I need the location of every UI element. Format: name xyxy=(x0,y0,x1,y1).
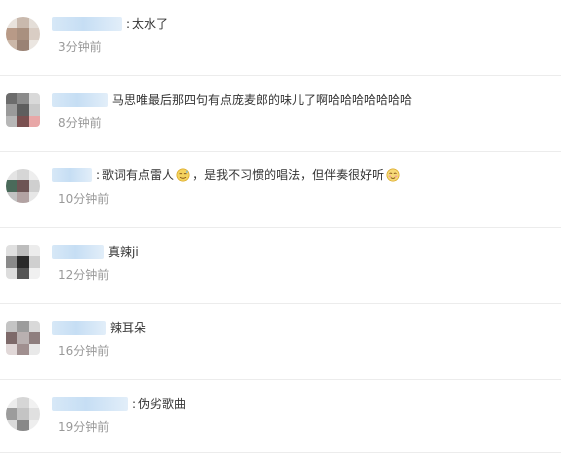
avatar[interactable] xyxy=(6,397,40,431)
comment-header: 马思唯最后那四句有点庞麦郎的味儿了啊哈哈哈哈哈哈哈 xyxy=(52,91,412,109)
username[interactable] xyxy=(52,245,104,259)
username[interactable] xyxy=(52,321,106,335)
comment-time: 10分钟前 xyxy=(58,192,110,206)
comment-item: : 太水了 3分钟前 xyxy=(0,0,561,76)
avatar[interactable] xyxy=(6,245,40,279)
avatar[interactable] xyxy=(6,169,40,203)
comment-header: : 歌词有点雷人 ，是我不习惯的唱法，但伴奏很好听 xyxy=(52,166,402,184)
comment-time: 19分钟前 xyxy=(58,420,110,434)
comment-time: 8分钟前 xyxy=(58,116,102,130)
comment-time: 12分钟前 xyxy=(58,268,110,282)
avatar[interactable] xyxy=(6,17,40,51)
username[interactable] xyxy=(52,17,122,31)
blush-emoji-icon xyxy=(386,168,400,182)
comment-item: 马思唯最后那四句有点庞麦郎的味儿了啊哈哈哈哈哈哈哈 8分钟前 xyxy=(0,76,561,152)
comment-text: 辣耳朵 xyxy=(110,321,147,335)
separator: : xyxy=(96,168,101,182)
separator: : xyxy=(126,17,131,31)
comment-text: 马思唯最后那四句有点庞麦郎的味儿了啊哈哈哈哈哈哈哈 xyxy=(112,93,413,107)
comment-text: 伪劣歌曲 xyxy=(138,397,187,411)
comment-text: 太水了 xyxy=(132,17,169,31)
comment-item: : 歌词有点雷人 ，是我不习惯的唱法，但伴奏很好听 10分钟前 xyxy=(0,152,561,228)
comment-time: 16分钟前 xyxy=(58,344,110,358)
comment-text-part: 歌词有点雷人 xyxy=(102,168,175,182)
username[interactable] xyxy=(52,397,128,411)
comment-text-part: ，是我不习惯的唱法，但伴奏很好听 xyxy=(192,168,385,182)
username[interactable] xyxy=(52,93,108,107)
comment-header: : 伪劣歌曲 xyxy=(52,395,186,413)
comment-item: : 伪劣歌曲 19分钟前 xyxy=(0,380,561,453)
comment-time: 3分钟前 xyxy=(58,40,102,54)
sweat-smile-emoji-icon xyxy=(176,168,190,182)
separator: : xyxy=(132,397,137,411)
comment-text: 真辣ji xyxy=(108,245,139,259)
comment-header: 辣耳朵 xyxy=(52,319,146,337)
comment-item: 真辣ji 12分钟前 xyxy=(0,228,561,304)
comment-header: 真辣ji xyxy=(52,243,139,261)
comment-item: 辣耳朵 16分钟前 xyxy=(0,304,561,380)
avatar[interactable] xyxy=(6,321,40,355)
avatar[interactable] xyxy=(6,93,40,127)
username[interactable] xyxy=(52,168,92,182)
comment-header: : 太水了 xyxy=(52,15,168,33)
